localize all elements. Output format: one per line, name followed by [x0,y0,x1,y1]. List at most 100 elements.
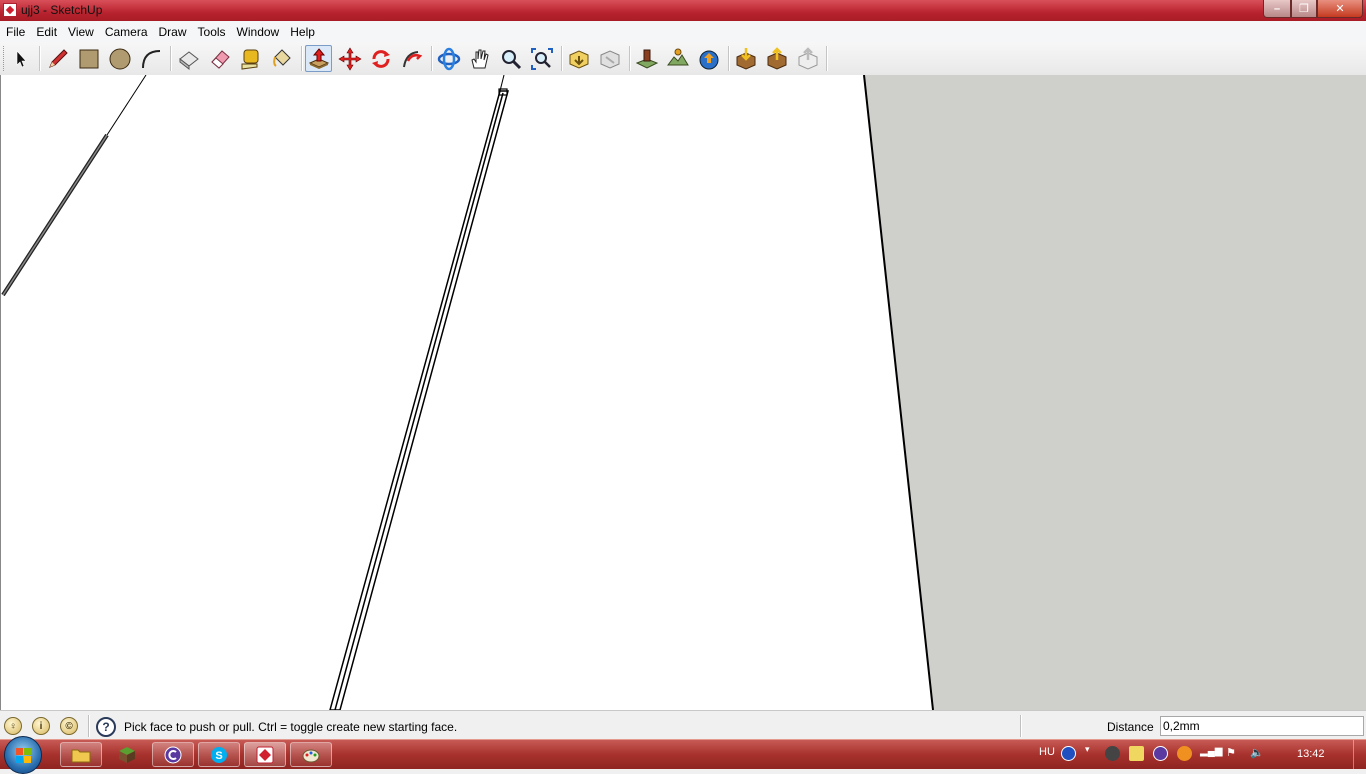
close-button[interactable]: ✕ [1317,0,1363,18]
taskbar-skype[interactable]: S [198,742,240,767]
toolbar-separator [728,46,730,71]
windows-logo-icon [16,748,23,755]
sketchup-app-icon[interactable] [3,3,17,17]
paint-bucket-tool[interactable] [268,45,295,72]
menu-draw[interactable]: Draw [153,25,192,39]
start-button[interactable] [4,736,42,774]
steam-tray-icon[interactable] [1105,746,1120,761]
arc-tool[interactable] [137,45,164,72]
tray-overflow-icon[interactable]: ▾ [1085,744,1090,755]
zoom-extents-tool[interactable] [528,45,555,72]
measurements-input[interactable] [1160,716,1364,736]
move-icon [337,46,362,71]
taskbar-paint[interactable] [290,742,332,767]
toolbar-separator [39,46,41,71]
globe-icon [699,50,718,69]
pan-tool[interactable] [466,45,493,72]
copyright-icon[interactable]: © [60,717,78,735]
toggle-terrain-tool[interactable] [664,45,691,72]
previous-icon [569,49,588,69]
move-tool[interactable] [336,45,363,72]
credits-icon[interactable]: i [32,717,50,735]
windows-logo-icon [24,756,31,763]
show-desktop-button[interactable] [1353,740,1366,769]
drawing-viewport[interactable] [0,75,1366,710]
folder-tray-icon[interactable] [1129,746,1144,761]
google-earth-tool[interactable] [695,45,722,72]
previous-view-tool[interactable] [565,45,592,72]
toolbar-separator [826,46,828,71]
palette-icon [302,749,320,762]
update-tray-icon[interactable] [1177,746,1192,761]
window-title: ujj3 - SketchUp [21,3,103,17]
volume-icon[interactable]: 🔈 [1250,746,1264,759]
swirl-tray-icon[interactable] [1153,746,1168,761]
line-tool[interactable] [44,45,71,72]
orbit-tool[interactable] [435,45,462,72]
language-indicator[interactable]: HU [1039,746,1055,758]
menu-view[interactable]: View [62,25,99,39]
action-center-flag-icon[interactable]: ⚑ [1226,746,1236,759]
share-model-tool[interactable] [763,45,790,72]
far-edge-highlight [2,134,108,296]
terrain-icon [666,48,689,65]
minimize-button[interactable]: – [1263,0,1291,18]
circle-tool[interactable] [106,45,133,72]
taskbar-app-c[interactable] [152,742,194,767]
make-component-tool[interactable] [175,45,202,72]
ground-face[interactable] [864,75,1366,710]
maximize-button[interactable]: ❐ [1291,0,1317,18]
follow-me-tool[interactable] [398,45,425,72]
rotate-tool[interactable] [367,45,394,72]
windows-logo-icon [16,756,23,763]
tape-measure-icon [241,49,258,70]
narrow-wall-inner-edge[interactable] [334,92,504,710]
taskbar-minecraft[interactable] [106,742,148,767]
follow-me-icon [402,50,422,67]
geolocation-icon[interactable]: ♀ [4,717,22,735]
eraser-tool[interactable] [206,45,233,72]
hand-icon [470,49,489,68]
network-icon[interactable]: ▂▄▆ [1200,746,1222,757]
svg-text:S: S [215,750,222,762]
select-tool[interactable] [7,45,34,72]
menu-window[interactable]: Window [231,25,285,39]
share-component-tool[interactable] [794,45,821,72]
taskbar-sketchup[interactable] [244,742,286,767]
toolbar-separator [431,46,433,71]
pencil-icon [48,48,68,68]
rotate-icon [371,49,390,68]
menu-bar: File Edit View Camera Draw Tools Window … [0,21,1366,43]
status-bar: ♀ i © ? Pick face to push or pull. Ctrl … [0,710,1366,740]
taskbar-explorer[interactable] [60,742,102,767]
menu-file[interactable]: File [0,25,30,39]
status-hint-text: Pick face to push or pull. Ctrl = toggle… [124,720,458,734]
eraser-icon [210,49,230,69]
arrow-cursor-icon [16,49,27,67]
menu-tools[interactable]: Tools [192,25,231,39]
skype-icon: S [211,746,227,763]
next-view-tool[interactable] [596,45,623,72]
menu-camera[interactable]: Camera [99,25,153,39]
taskbar-clock[interactable]: 13:42 [1297,748,1325,760]
menu-help[interactable]: Help [284,25,320,39]
paint-bucket-icon [272,48,291,67]
rectangle-tool[interactable] [75,45,102,72]
get-models-tool[interactable] [732,45,759,72]
add-location-tool[interactable] [633,45,660,72]
instructor-help-icon[interactable]: ? [96,717,116,737]
minimize-icon: – [1273,2,1281,15]
help-tray-icon[interactable] [1061,746,1076,761]
menu-edit[interactable]: Edit [30,25,62,39]
zoom-tool[interactable] [497,45,524,72]
push-pull-tool[interactable] [305,45,332,72]
far-edge-thin[interactable] [106,75,147,136]
get-models-icon [736,47,755,70]
toolbar-separator [301,46,303,71]
rectangle-icon [79,49,98,68]
status-divider [1020,715,1022,737]
status-divider [88,715,90,737]
grass-block-icon [119,746,135,763]
tape-measure-tool[interactable] [237,45,264,72]
measurements-label: Distance [1107,720,1154,734]
